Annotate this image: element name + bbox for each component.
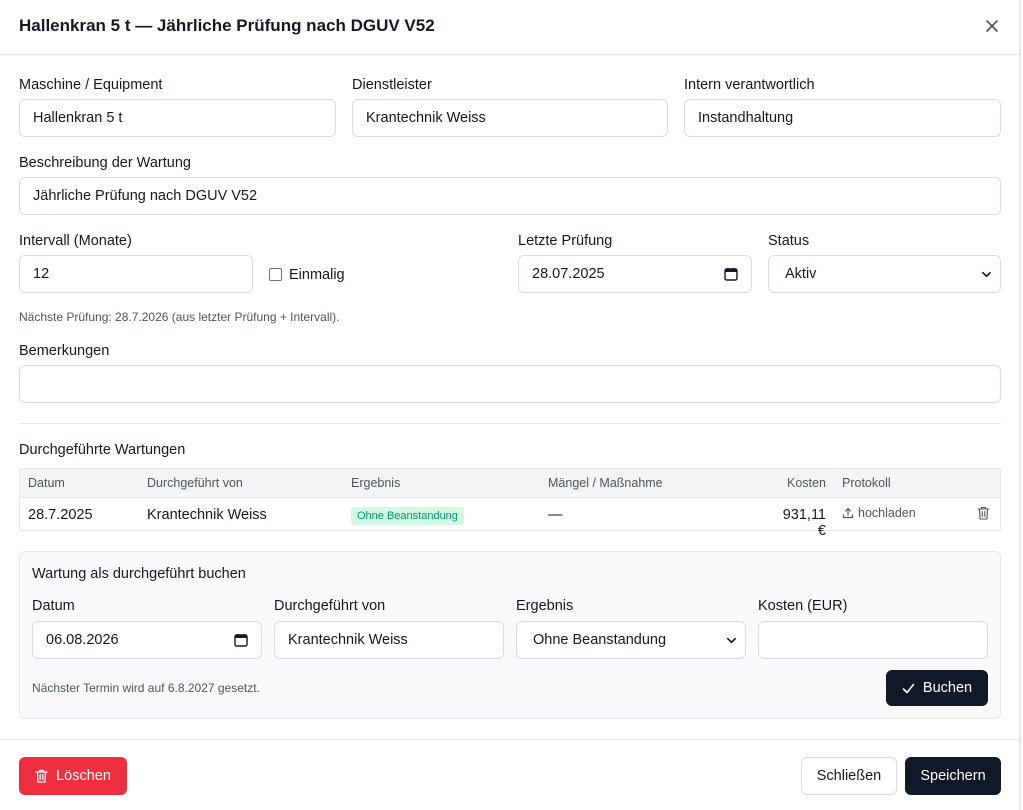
close-button[interactable]: Schließen: [801, 757, 897, 795]
provider-label: Dienstleister: [352, 77, 432, 93]
column-header-result: Ergebnis: [351, 476, 401, 490]
chevron-down-icon: [727, 637, 736, 644]
last-check-date-value: 28.07.2025: [532, 266, 605, 282]
trash-icon: [35, 769, 48, 783]
column-header-protocol: Protokoll: [842, 476, 891, 490]
row-date: 28.7.2025: [28, 507, 93, 523]
description-input[interactable]: Jährliche Prüfung nach DGUV V52: [19, 177, 1001, 215]
next-check-hint: Nächste Prüfung: 28.7.2026 (aus letzter …: [19, 310, 340, 324]
section-divider: [19, 423, 1001, 424]
provider-input[interactable]: Krantechnik Weiss: [352, 99, 668, 137]
column-header-cost: Kosten: [787, 476, 826, 490]
booking-by-label: Durchgeführt von: [274, 598, 386, 614]
trash-icon[interactable]: [977, 506, 990, 520]
booking-hint: Nächster Termin wird auf 6.8.2027 gesetz…: [32, 681, 260, 695]
once-checkbox[interactable]: [269, 268, 282, 281]
responsible-label: Intern verantwortlich: [684, 77, 815, 93]
delete-button[interactable]: Löschen: [19, 757, 127, 795]
booking-date-input[interactable]: 06.08.2026: [32, 621, 262, 659]
booking-cost-label: Kosten (EUR): [758, 598, 848, 614]
column-header-date: Datum: [28, 476, 65, 490]
last-check-label: Letzte Prüfung: [518, 233, 613, 249]
booking-panel: Wartung als durchgeführt buchen Datum 06…: [19, 551, 1001, 719]
maintenance-dialog: Hallenkran 5 t — Jährliche Prüfung nach …: [0, 0, 1021, 810]
history-title: Durchgeführte Wartungen: [19, 442, 186, 458]
last-check-date-input[interactable]: 28.07.2025: [518, 255, 752, 293]
history-table: Datum Durchgeführt von Ergebnis Mängel /…: [19, 468, 1001, 539]
dialog-title: Hallenkran 5 t — Jährliche Prüfung nach …: [19, 16, 435, 35]
remarks-input[interactable]: [19, 365, 1001, 403]
save-button[interactable]: Speichern: [905, 757, 1001, 795]
book-button[interactable]: Buchen: [886, 670, 988, 706]
responsible-input[interactable]: Instandhaltung: [684, 99, 1001, 137]
booking-result-value: Ohne Beanstandung: [533, 632, 667, 648]
booking-title: Wartung als durchgeführt buchen: [32, 566, 246, 582]
status-badge: Ohne Beanstandung: [351, 507, 464, 525]
column-header-by: Durchgeführt von: [147, 476, 243, 490]
description-label: Beschreibung der Wartung: [19, 155, 191, 171]
row-performed-by: Krantechnik Weiss: [147, 507, 267, 523]
upload-label: hochladen: [858, 506, 916, 520]
booking-date-value: 06.08.2026: [46, 632, 119, 648]
booking-result-select[interactable]: Ohne Beanstandung: [516, 621, 746, 659]
column-header-defects: Mängel / Maßnahme: [548, 476, 663, 490]
remarks-label: Bemerkungen: [19, 343, 110, 359]
chevron-down-icon: [982, 271, 991, 278]
status-label: Status: [768, 233, 810, 249]
status-select[interactable]: Aktiv: [768, 255, 1001, 293]
table-header: Datum Durchgeführt von Ergebnis Mängel /…: [20, 469, 1000, 498]
calendar-icon[interactable]: [724, 267, 738, 281]
check-icon: [902, 683, 915, 693]
booking-result-label: Ergebnis: [516, 598, 574, 614]
interval-label: Intervall (Monate): [19, 233, 132, 249]
upload-icon: [842, 507, 854, 519]
row-defects: —: [548, 507, 563, 523]
booking-date-label: Datum: [32, 598, 75, 614]
close-icon[interactable]: [982, 16, 1002, 36]
status-value: Aktiv: [785, 266, 817, 282]
calendar-icon[interactable]: [234, 633, 248, 647]
booking-cost-input[interactable]: [758, 621, 988, 659]
dialog-header: Hallenkran 5 t — Jährliche Prüfung nach …: [0, 0, 1021, 55]
booking-by-input[interactable]: Krantechnik Weiss: [274, 621, 504, 659]
once-label: Einmalig: [289, 267, 345, 283]
upload-protocol-button[interactable]: hochladen: [842, 506, 916, 520]
machine-label: Maschine / Equipment: [19, 77, 163, 93]
interval-input[interactable]: 12: [19, 255, 253, 293]
dialog-footer: Löschen Schließen Speichern: [0, 739, 1021, 810]
row-cost: 931,11 €: [782, 507, 826, 539]
machine-input[interactable]: Hallenkran 5 t: [19, 99, 336, 137]
delete-button-label: Löschen: [56, 768, 111, 784]
book-button-label: Buchen: [922, 680, 973, 696]
